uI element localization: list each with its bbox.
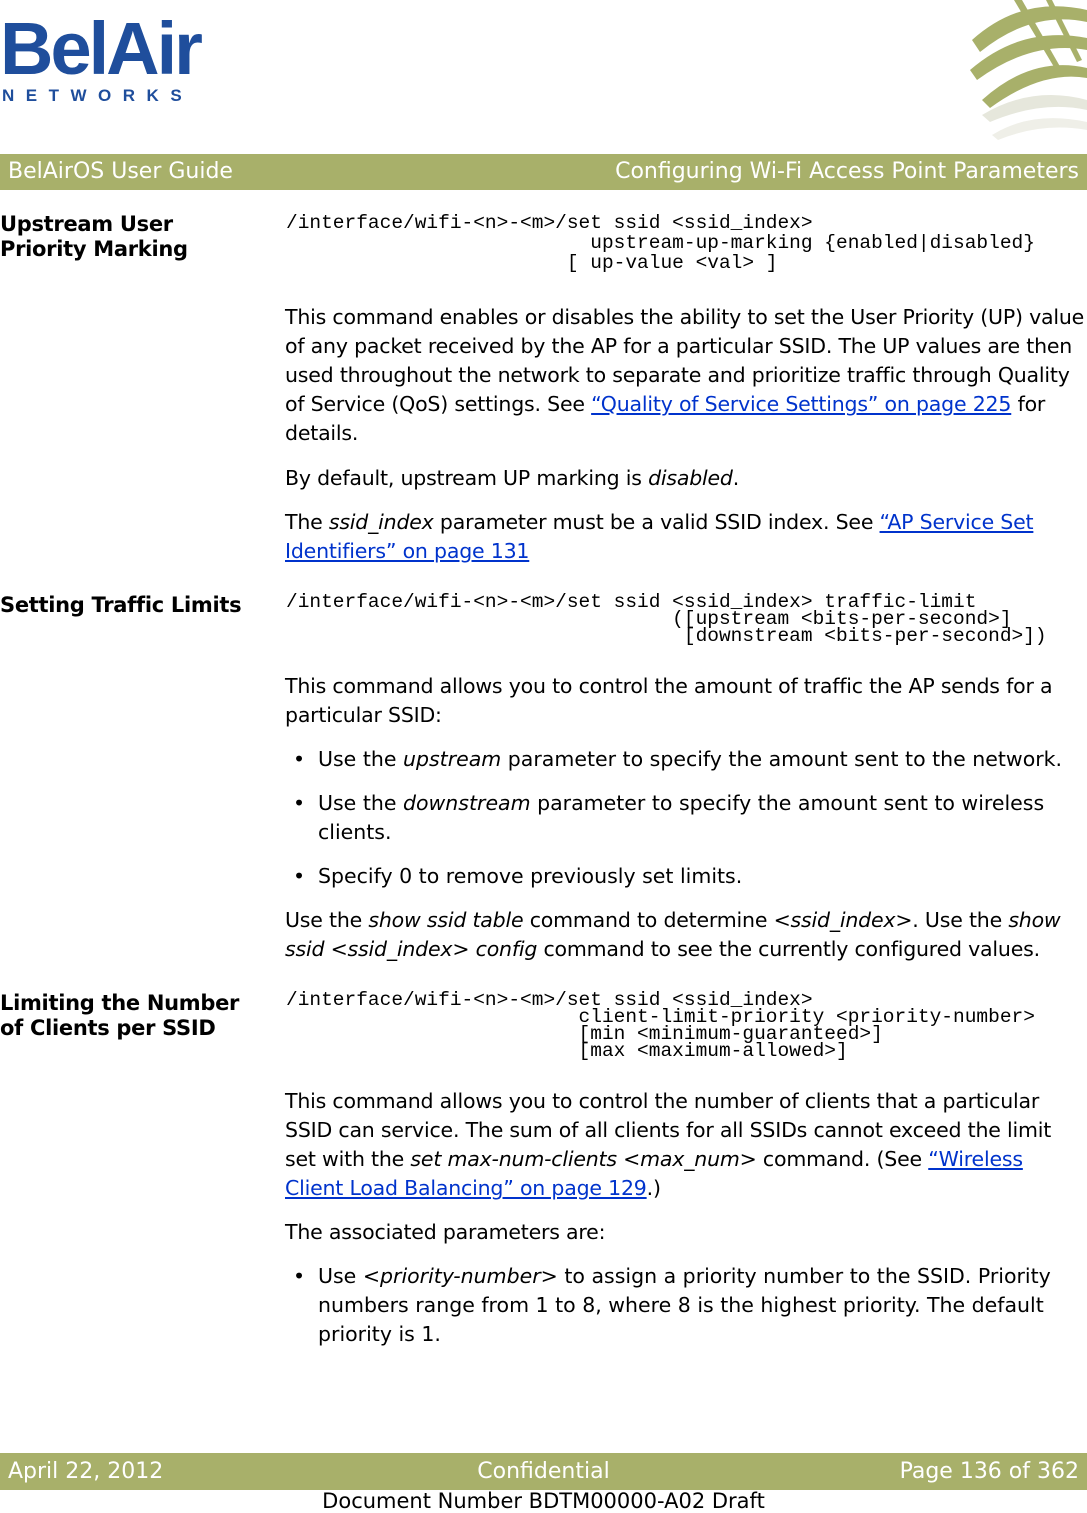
text: parameter to specify the amount sent to … bbox=[501, 747, 1063, 771]
section-title-client-limits: Limiting the Number of Clients per SSID bbox=[0, 991, 240, 1040]
guide-title: BelAirOS User Guide bbox=[8, 159, 233, 184]
paragraph: The ssid_index parameter must be a valid… bbox=[285, 508, 1085, 566]
emphasis: <ssid_index> bbox=[773, 908, 913, 932]
link-qos-settings[interactable]: “Quality of Service Settings” on page 22… bbox=[591, 392, 1011, 416]
bullet-icon: • bbox=[293, 747, 306, 771]
logo-wordmark: BelAir bbox=[0, 7, 203, 90]
emphasis: <priority-number> bbox=[362, 1264, 558, 1288]
text: Use the bbox=[285, 908, 369, 932]
bullet-icon: • bbox=[293, 1264, 306, 1288]
emphasis: disabled bbox=[648, 466, 733, 490]
text: By default, upstream UP marking is bbox=[285, 466, 649, 490]
swoosh-graphic-icon bbox=[970, 0, 1087, 140]
footer-page-number: Page 136 of 362 bbox=[899, 1459, 1079, 1484]
bullet-icon: • bbox=[293, 791, 306, 815]
text: . bbox=[732, 466, 740, 490]
emphasis: upstream bbox=[402, 747, 502, 771]
paragraph: By default, upstream UP marking is disab… bbox=[285, 464, 1085, 493]
paragraph: This command allows you to control the a… bbox=[285, 674, 1053, 727]
paragraph: This command enables or disables the abi… bbox=[285, 303, 1085, 448]
emphasis: set max-num-clients <max_num> bbox=[410, 1147, 757, 1171]
text: command to determine bbox=[523, 908, 774, 932]
logo-subtitle: NETWORKS bbox=[2, 86, 194, 105]
text: command to see the currently configured … bbox=[537, 937, 1040, 961]
section-title-traffic-limits: Setting Traffic Limits bbox=[0, 593, 242, 617]
text: parameter must be a valid SSID index. Se… bbox=[433, 510, 880, 534]
text: Specify 0 to remove previously set limit… bbox=[318, 864, 743, 888]
text: The bbox=[285, 510, 329, 534]
command-syntax-upstream-marking: /interface/wifi-<n>-<m>/set ssid <ssid_i… bbox=[286, 212, 1035, 274]
command-syntax-client-limits: /interface/wifi-<n>-<m>/set ssid <ssid_i… bbox=[286, 989, 1035, 1062]
section-title-upstream-marking: Upstream User Priority Marking bbox=[0, 212, 188, 261]
text: Use bbox=[318, 1264, 363, 1288]
emphasis: downstream bbox=[402, 791, 531, 815]
text: .) bbox=[646, 1176, 661, 1200]
command-syntax-traffic-limits: /interface/wifi-<n>-<m>/set ssid <ssid_i… bbox=[286, 591, 1047, 647]
chapter-title: Configuring Wi-Fi Access Point Parameter… bbox=[615, 159, 1079, 184]
footer-bar: April 22, 2012 Confidential Page 136 of … bbox=[0, 1453, 1087, 1490]
bullet-icon: • bbox=[293, 864, 306, 888]
text: . Use the bbox=[912, 908, 1009, 932]
emphasis: ssid_index bbox=[328, 510, 434, 534]
emphasis: show ssid table bbox=[368, 908, 524, 932]
text: Use the bbox=[318, 791, 403, 815]
text: Use the bbox=[318, 747, 403, 771]
paragraph: The associated parameters are: bbox=[285, 1220, 606, 1244]
text: command. (See bbox=[756, 1147, 929, 1171]
header-bar: BelAirOS User Guide Configuring Wi-Fi Ac… bbox=[0, 154, 1087, 190]
belair-logo: BelAir NETWORKS bbox=[0, 7, 203, 107]
document-number: Document Number BDTM00000-A02 Draft bbox=[322, 1489, 765, 1513]
paragraph: This command allows you to control the n… bbox=[285, 1087, 1085, 1203]
paragraph: Use the show ssid table command to deter… bbox=[285, 906, 1085, 964]
